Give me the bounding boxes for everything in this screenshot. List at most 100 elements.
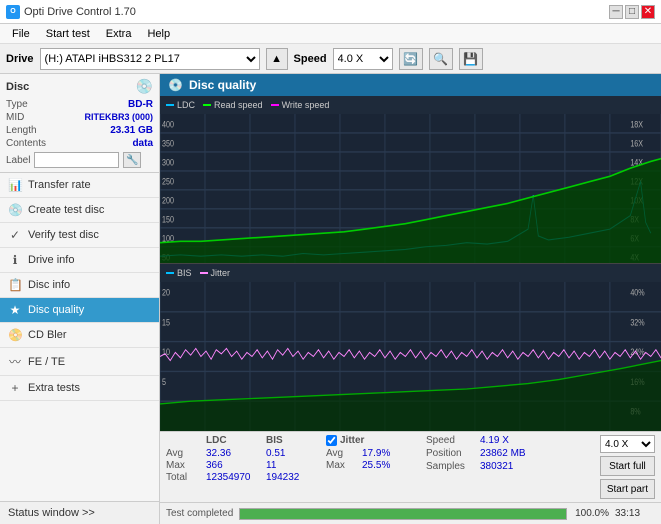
samples-label: Samples [426, 461, 476, 472]
maximize-button[interactable]: □ [625, 5, 639, 19]
bis-total-value: 194232 [266, 472, 316, 483]
svg-text:20.0: 20.0 [512, 261, 526, 263]
status-window-button[interactable]: Status window >> [0, 501, 159, 524]
speed-row-label: Speed [426, 435, 476, 446]
main-area: Disc 💿 Type BD-R MID RITEKBR3 (000) Leng… [0, 74, 661, 524]
legend-write-speed: Write speed [271, 100, 330, 110]
bis-col-header: BIS [266, 435, 316, 446]
svg-text:250: 250 [162, 175, 174, 186]
speed-select-stats[interactable]: 4.0 X [600, 435, 655, 453]
write-speed-legend-dot [271, 104, 279, 106]
extra-tests-icon: + [8, 381, 22, 395]
jitter-max-row: Max 25.5% [326, 460, 416, 471]
create-test-disc-label: Create test disc [28, 204, 104, 216]
progress-fill [240, 509, 566, 519]
eject-button[interactable]: ▲ [266, 48, 288, 70]
menu-start-test[interactable]: Start test [38, 26, 98, 42]
total-row-label: Total [166, 472, 202, 483]
ldc-total-value: 12354970 [206, 472, 262, 483]
svg-text:5: 5 [162, 376, 166, 387]
sidebar-item-fe-te[interactable]: 〰 FE / TE [0, 348, 159, 376]
svg-text:0.0: 0.0 [160, 429, 170, 431]
cd-bler-label: CD Bler [28, 329, 67, 341]
disc-icon[interactable]: 💿 [136, 78, 153, 95]
sidebar-item-create-test-disc[interactable]: 💿 Create test disc [0, 198, 159, 223]
samples-row: Samples 380321 [426, 461, 546, 472]
sidebar-item-drive-info[interactable]: ℹ Drive info [0, 248, 159, 273]
speed-select[interactable]: 4.0 X [333, 48, 393, 70]
type-label: Type [6, 99, 28, 110]
jitter-legend-dot [200, 272, 208, 274]
svg-text:15.0: 15.0 [423, 429, 437, 431]
toolbar-btn-1[interactable]: 🔄 [399, 48, 423, 70]
svg-text:17.5: 17.5 [467, 429, 481, 431]
sidebar-item-transfer-rate[interactable]: 📊 Transfer rate [0, 173, 159, 198]
disc-icon-area: 💿 [136, 78, 153, 95]
fe-te-icon: 〰 [8, 353, 22, 370]
menu-file[interactable]: File [4, 26, 38, 42]
menubar: File Start test Extra Help [0, 24, 661, 44]
chart-bottom-legend: BIS Jitter [160, 264, 661, 282]
close-button[interactable]: ✕ [641, 5, 655, 19]
length-value: 23.31 GB [110, 125, 153, 136]
svg-text:GB: GB [626, 429, 637, 431]
position-label: Position [426, 448, 476, 459]
jitter-checkbox-row: Jitter [326, 435, 416, 446]
svg-text:5.0: 5.0 [244, 261, 254, 263]
app-title: Opti Drive Control 1.70 [24, 6, 136, 18]
disc-title: Disc [6, 81, 29, 93]
disc-quality-header: 💿 Disc quality [160, 74, 661, 96]
svg-text:2.5: 2.5 [199, 261, 209, 263]
disc-panel: Disc 💿 Type BD-R MID RITEKBR3 (000) Leng… [0, 74, 159, 173]
disc-contents-row: Contents data [6, 138, 153, 149]
disc-quality-title: Disc quality [189, 78, 256, 92]
svg-text:22.5: 22.5 [557, 261, 571, 263]
sidebar-item-cd-bler[interactable]: 📀 CD Bler [0, 323, 159, 348]
menu-extra[interactable]: Extra [98, 26, 140, 42]
drive-info-icon: ℹ [8, 253, 22, 267]
start-buttons: Start full Start part [600, 456, 655, 499]
svg-text:10.0: 10.0 [332, 429, 346, 431]
start-full-button[interactable]: Start full [600, 456, 655, 476]
menu-help[interactable]: Help [139, 26, 178, 42]
jitter-legend-label: Jitter [211, 268, 231, 278]
label-input[interactable] [34, 152, 119, 168]
app-icon: O [6, 5, 20, 19]
drive-select[interactable]: (H:) ATAPI iHBS312 2 PL17 [40, 48, 260, 70]
svg-text:22.5: 22.5 [557, 429, 571, 431]
fe-te-label: FE / TE [28, 356, 65, 368]
svg-text:25.0: 25.0 [602, 429, 616, 431]
stats-bar: LDC BIS Avg 32.36 0.51 Max 366 11 Total … [160, 431, 661, 502]
create-test-disc-icon: 💿 [8, 203, 22, 217]
toolbar-btn-2[interactable]: 🔍 [429, 48, 453, 70]
label-edit-button[interactable]: 🔧 [123, 152, 141, 168]
start-part-button[interactable]: Start part [600, 479, 655, 499]
svg-text:10.0: 10.0 [332, 261, 346, 263]
disc-label-row: Label 🔧 [6, 152, 153, 168]
chart-bottom: BIS Jitter [160, 264, 661, 431]
drivebar: Drive (H:) ATAPI iHBS312 2 PL17 ▲ Speed … [0, 44, 661, 74]
disc-quality-header-icon: 💿 [168, 78, 183, 92]
chart-top: LDC Read speed Write speed [160, 96, 661, 264]
svg-text:200: 200 [162, 194, 174, 205]
svg-text:2.5: 2.5 [199, 429, 209, 431]
svg-text:15: 15 [162, 316, 170, 327]
sidebar-item-verify-test-disc[interactable]: ✓ Verify test disc [0, 223, 159, 248]
ldc-avg-value: 32.36 [206, 448, 262, 459]
svg-text:350: 350 [162, 137, 174, 148]
minimize-button[interactable]: ─ [609, 5, 623, 19]
controls-col: 4.0 X Start full Start part [600, 435, 655, 499]
jitter-checkbox[interactable] [326, 435, 337, 446]
sidebar-item-disc-info[interactable]: 📋 Disc info [0, 273, 159, 298]
progress-label: Test completed [166, 508, 233, 519]
toolbar-btn-3[interactable]: 💾 [459, 48, 483, 70]
position-row: Position 23862 MB [426, 448, 546, 459]
ldc-bis-stats: LDC BIS Avg 32.36 0.51 Max 366 11 Total … [166, 435, 316, 483]
sidebar-item-disc-quality[interactable]: ★ Disc quality [0, 298, 159, 323]
top-chart-svg: 400 350 300 250 200 150 100 50 18X 16X 1… [160, 114, 661, 263]
sidebar-item-extra-tests[interactable]: + Extra tests [0, 376, 159, 401]
bottom-chart-svg: 20 15 10 5 40% 32% 24% 16% 8% 0.0 [160, 282, 661, 431]
legend-bis: BIS [166, 268, 192, 278]
mid-value: RITEKBR3 (000) [84, 112, 153, 123]
jitter-avg-value: 17.9% [362, 448, 398, 459]
